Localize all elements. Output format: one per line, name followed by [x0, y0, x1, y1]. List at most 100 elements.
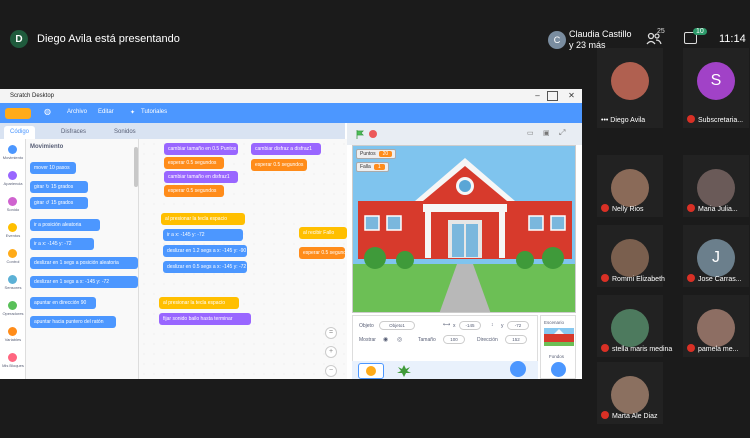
- palette-block[interactable]: apuntar en dirección 90: [30, 297, 96, 309]
- participant-tile[interactable]: stella maris medina: [597, 295, 672, 357]
- editor-tabs: Código Disfraces Sonidos: [0, 123, 345, 139]
- participant-tile[interactable]: pamela me...: [683, 295, 749, 357]
- zoom-reset-icon[interactable]: =: [325, 327, 337, 339]
- category-item[interactable]: Eventos: [0, 221, 26, 243]
- participant-name-row: ••• Diego Avila: [601, 117, 645, 124]
- participant-name-row: Maria Julia...: [687, 204, 738, 213]
- hide-eye-icon[interactable]: ◎: [397, 336, 402, 343]
- participant-tile[interactable]: S Subscretaria...: [683, 48, 749, 128]
- label-y: y: [501, 323, 504, 329]
- stage[interactable]: Puntos 20 Falla 1: [352, 145, 576, 313]
- globe-icon[interactable]: ◍: [44, 107, 51, 116]
- category-color-icon: [8, 197, 17, 206]
- participant-tile[interactable]: Maria Julia...: [683, 155, 749, 217]
- large-stage-icon[interactable]: ▣: [543, 129, 550, 137]
- zoom-out-icon[interactable]: −: [325, 365, 337, 377]
- script-block[interactable]: al presionar la tecla espacio: [159, 297, 239, 309]
- sprite-name-field[interactable]: Objeto1: [379, 321, 415, 330]
- tab-sonidos[interactable]: Sonidos: [108, 126, 142, 139]
- green-flag-icon[interactable]: [356, 130, 364, 139]
- clock: 11:14: [719, 33, 746, 45]
- fullscreen-icon[interactable]: ⤢: [559, 128, 565, 138]
- code-workspace[interactable]: − + = cambiar tamaño en 0.5 Puntos espera…: [139, 139, 347, 379]
- script-block[interactable]: al presionar la tecla espacio: [161, 213, 245, 225]
- y-field[interactable]: -72: [507, 321, 529, 330]
- category-label: Operadores: [2, 311, 24, 316]
- category-item[interactable]: Apariencia: [0, 169, 26, 191]
- category-item[interactable]: Mis Bloques: [0, 351, 26, 373]
- chat-badge: 10: [693, 28, 707, 35]
- tutorials-icon[interactable]: ✦: [130, 109, 135, 116]
- add-backdrop-button[interactable]: [551, 362, 566, 377]
- small-stage-icon[interactable]: ▭: [527, 129, 534, 137]
- size-field[interactable]: 100: [443, 335, 465, 344]
- participant-tile[interactable]: Nelly Rios: [597, 155, 663, 217]
- participant-tile[interactable]: Rommi Elizabeth: [597, 225, 665, 287]
- more-options-icon[interactable]: •••: [601, 117, 610, 124]
- scratch-logo[interactable]: [5, 108, 31, 119]
- category-menu: Movimiento Apariencia Sonido Eventos Control…: [0, 139, 26, 379]
- close-icon[interactable]: ✕: [566, 91, 577, 101]
- x-field[interactable]: -145: [459, 321, 481, 330]
- direction-field[interactable]: 152: [505, 335, 527, 344]
- sprite-thumbnail-plant[interactable]: [392, 363, 418, 379]
- palette-block[interactable]: girar ↻ 15 grados: [30, 181, 88, 193]
- add-sprite-button[interactable]: [510, 361, 526, 377]
- maximize-icon[interactable]: [547, 91, 558, 101]
- script-block[interactable]: esperar 0.5 segundos: [299, 247, 345, 259]
- script-block[interactable]: cambiar tamaño en disfraz1: [164, 171, 238, 183]
- category-label: Variables: [4, 337, 22, 342]
- mic-muted-icon: [687, 344, 695, 352]
- y-axis-icon: ↕: [491, 322, 494, 328]
- palette-block[interactable]: deslizar en 1 segs a posición aleatoria: [30, 257, 138, 269]
- label-direccion: Dirección: [477, 337, 498, 343]
- script-block[interactable]: esperar 0.5 segundos: [164, 157, 224, 169]
- script-block[interactable]: esperar 0.5 segundos: [164, 185, 224, 197]
- sprite-thumbnail-cat[interactable]: [358, 363, 384, 379]
- participant-name-row: Rommi Elizabeth: [601, 274, 665, 283]
- zoom-in-icon[interactable]: +: [325, 346, 337, 358]
- participant-name: Marta Ale Diaz: [612, 413, 658, 420]
- label-objeto: Objeto: [359, 323, 374, 329]
- category-item[interactable]: Sensores: [0, 273, 26, 295]
- script-block[interactable]: deslizar en 0.5 segs a x: -145 y: -72: [163, 261, 247, 273]
- category-item[interactable]: Sonido: [0, 195, 26, 217]
- menu-tutoriales[interactable]: Tutoriales: [141, 109, 167, 115]
- palette-block[interactable]: girar ↺ 15 grados: [30, 197, 88, 209]
- show-eye-icon[interactable]: ◉: [383, 336, 388, 343]
- palette-block[interactable]: ir a posición aleatoria: [30, 219, 100, 231]
- presenter-avatar: D: [10, 30, 28, 48]
- script-block[interactable]: al recibir Fallo: [299, 227, 347, 239]
- category-item[interactable]: Movimiento: [0, 143, 26, 165]
- participant-name-row: Subscretaria...: [687, 115, 743, 124]
- palette-block[interactable]: mover 10 pasos: [30, 162, 76, 174]
- stage-selector[interactable]: Escenario Fondos: [540, 315, 576, 379]
- participant-name: Rommi Elizabeth: [612, 276, 665, 283]
- category-item[interactable]: Control: [0, 247, 26, 269]
- script-block[interactable]: deslizar en 1.2 segs a x: -145 y: -90: [163, 245, 247, 257]
- variable-value: 1: [373, 164, 385, 170]
- script-block[interactable]: cambiar disfraz a disfraz1: [251, 143, 321, 155]
- palette-block[interactable]: deslizar en 1 segs a x: -145 y: -72: [30, 276, 138, 288]
- script-block[interactable]: ir a x: -145 y: -72: [163, 229, 243, 241]
- palette-heading: Movimiento: [30, 144, 64, 150]
- participant-name-row: stella maris medina: [601, 344, 672, 353]
- script-block[interactable]: cambiar tamaño en 0.5 Puntos: [164, 143, 238, 155]
- script-block[interactable]: fijar sonido bailo hasta terminar: [159, 313, 251, 325]
- palette-block[interactable]: ir a x: -145 y: -72: [30, 238, 94, 250]
- script-block[interactable]: esperar 0.5 segundos: [251, 159, 307, 171]
- mic-muted-icon: [601, 411, 609, 419]
- minimize-icon[interactable]: –: [532, 91, 543, 101]
- stop-icon[interactable]: [369, 130, 377, 138]
- participant-tile[interactable]: J Jose Carras...: [683, 225, 749, 287]
- tab-codigo[interactable]: Código: [4, 126, 36, 139]
- participant-tile[interactable]: ••• Diego Avila: [597, 48, 663, 128]
- category-item[interactable]: Operadores: [0, 299, 26, 321]
- menu-archivo[interactable]: Archivo: [67, 109, 87, 115]
- participant-tile[interactable]: Marta Ale Diaz: [597, 362, 663, 424]
- palette-block[interactable]: apuntar hacia puntero del ratón: [30, 316, 116, 328]
- category-item[interactable]: Variables: [0, 325, 26, 347]
- tab-disfraces[interactable]: Disfraces: [55, 126, 92, 139]
- menu-editar[interactable]: Editar: [98, 109, 114, 115]
- palette-scrollbar[interactable]: [134, 147, 138, 187]
